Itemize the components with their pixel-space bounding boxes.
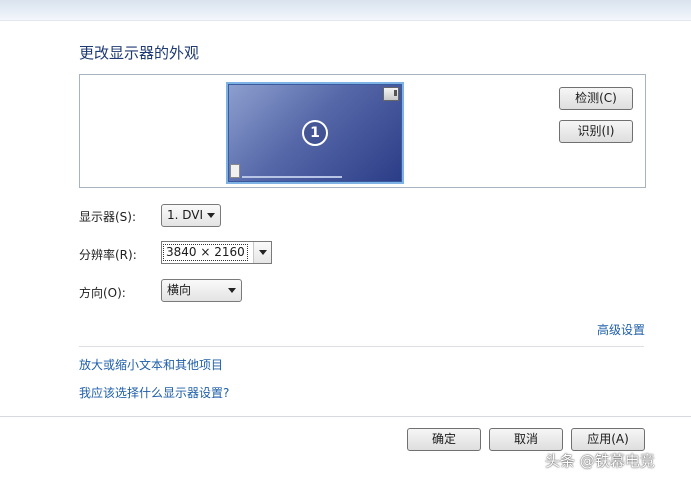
taskbar-strip xyxy=(242,176,342,178)
page-title: 更改显示器的外观 xyxy=(79,44,200,62)
orientation-select-value: 横向 xyxy=(167,283,192,297)
footer-divider xyxy=(0,416,691,417)
chevron-down-icon xyxy=(228,288,236,293)
orientation-label: 方向(O): xyxy=(79,286,126,300)
advanced-settings-link[interactable]: 高级设置 xyxy=(597,321,645,338)
monitor-thumbnail[interactable]: 1 xyxy=(226,82,404,184)
watermark-text: 头条 @铁幕电竞 xyxy=(545,452,655,470)
divider xyxy=(79,346,644,347)
resolution-label: 分辨率(R): xyxy=(79,248,137,262)
detect-button[interactable]: 检测(C) xyxy=(559,87,633,110)
chevron-down-icon xyxy=(259,250,267,255)
ok-button[interactable]: 确定 xyxy=(407,428,481,451)
apply-button[interactable]: 应用(A) xyxy=(571,428,645,451)
text-size-link[interactable]: 放大或缩小文本和其他项目 xyxy=(79,356,223,373)
cancel-button[interactable]: 取消 xyxy=(489,428,563,451)
display-select[interactable]: 1. DVI xyxy=(161,204,221,227)
start-icon xyxy=(230,164,240,178)
display-select-value: 1. DVI xyxy=(167,208,204,222)
orientation-select[interactable]: 横向 xyxy=(161,279,242,302)
display-preview-area: 1 检测(C) 识别(I) xyxy=(79,74,646,188)
resolution-select-value: 3840 × 2160 xyxy=(163,244,248,261)
display-label: 显示器(S): xyxy=(79,210,137,224)
chevron-down-icon xyxy=(207,213,215,218)
resolution-select[interactable]: 3840 × 2160 xyxy=(161,241,272,264)
identify-button[interactable]: 识别(I) xyxy=(559,120,633,143)
window-top-bar xyxy=(0,0,691,21)
display-settings-help-link[interactable]: 我应该选择什么显示器设置? xyxy=(79,384,229,401)
resolution-dropdown-button[interactable] xyxy=(253,242,271,263)
window-icon xyxy=(383,87,399,101)
monitor-number-badge: 1 xyxy=(302,120,328,146)
